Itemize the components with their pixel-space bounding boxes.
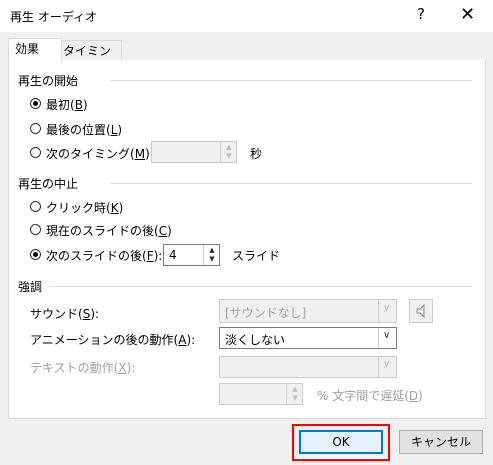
spin-up-icon[interactable]: ▲ bbox=[222, 143, 236, 151]
slides-count-input[interactable]: 4 ▲ ▼ bbox=[163, 244, 220, 266]
radio-suffix: : bbox=[158, 249, 163, 263]
radio-label: 最後の位置 bbox=[46, 123, 107, 137]
dialog-title: 再生 オーディオ bbox=[10, 10, 97, 24]
delay-label: % 文字間で遅延(D) bbox=[317, 389, 423, 403]
accel-key: F bbox=[146, 249, 154, 263]
timing-unit: 秒 bbox=[250, 147, 263, 161]
radio-label: クリック時 bbox=[46, 201, 107, 215]
chevron-down-icon: ∨ bbox=[383, 303, 391, 314]
accel-key: M bbox=[134, 147, 146, 161]
timing-seconds-input[interactable]: ▲ ▼ bbox=[151, 141, 237, 163]
stop-group-divider bbox=[110, 183, 472, 184]
cancel-button[interactable]: キャンセル bbox=[399, 430, 483, 454]
close-button[interactable]: ✕ bbox=[460, 4, 475, 25]
slides-unit: スライド bbox=[232, 249, 281, 263]
help-button[interactable]: ? bbox=[417, 5, 425, 23]
stop-group-title: 再生の中止 bbox=[18, 177, 79, 191]
accel-key: L bbox=[110, 123, 118, 137]
spin-down-icon[interactable]: ▼ bbox=[222, 152, 236, 160]
tab-effects[interactable]: 効果 bbox=[8, 38, 62, 62]
spin-up-icon[interactable]: ▲ bbox=[205, 246, 219, 254]
slides-spinner: ▲ ▼ bbox=[203, 245, 219, 265]
accel-key: C bbox=[158, 224, 168, 238]
chevron-down-icon: ∨ bbox=[383, 359, 391, 370]
speaker-icon bbox=[416, 304, 425, 318]
radio-label: 次のタイミング bbox=[46, 147, 131, 161]
after-animation-label: アニメーションの後の動作(A): bbox=[30, 333, 196, 347]
delay-spinner: ▲ ▼ bbox=[286, 384, 302, 404]
accel-key: B bbox=[74, 98, 83, 112]
after-animation-value: 淡くしない bbox=[225, 333, 286, 347]
radio-circle bbox=[30, 123, 41, 134]
enhance-group-divider bbox=[50, 286, 472, 287]
start-group-divider bbox=[110, 80, 472, 81]
start-group-title: 再生の開始 bbox=[18, 74, 79, 88]
radio-label: 最初 bbox=[46, 98, 71, 112]
radio-circle bbox=[30, 201, 41, 212]
enhance-group-title: 強調 bbox=[18, 280, 43, 294]
slides-value: 4 bbox=[169, 248, 177, 262]
spin-up-icon[interactable]: ▲ bbox=[288, 385, 302, 393]
sound-dropdown[interactable]: [サウンドなし] ∨ bbox=[219, 299, 397, 323]
chevron-down-icon: ∨ bbox=[383, 330, 391, 341]
radio-circle bbox=[30, 98, 41, 109]
delay-input[interactable]: ▲ ▼ bbox=[219, 383, 303, 405]
text-animation-dropdown[interactable]: ∨ bbox=[219, 356, 397, 378]
text-animation-label: テキストの動作(X): bbox=[30, 361, 136, 375]
sound-label: サウンド(S): bbox=[30, 307, 100, 321]
spin-down-icon[interactable]: ▼ bbox=[288, 394, 302, 402]
spin-down-icon[interactable]: ▼ bbox=[205, 255, 219, 263]
radio-circle bbox=[30, 147, 41, 158]
radio-label: 次のスライドの後 bbox=[46, 249, 143, 263]
after-animation-dropdown[interactable]: 淡くしない ∨ bbox=[219, 327, 397, 349]
tab-timing[interactable]: タイミング bbox=[56, 40, 122, 78]
sound-value: [サウンドなし] bbox=[225, 306, 307, 320]
radio-circle bbox=[30, 249, 41, 260]
radio-circle bbox=[30, 224, 41, 235]
timing-spinner: ▲ ▼ bbox=[220, 142, 236, 162]
sound-volume-button[interactable] bbox=[409, 299, 433, 323]
accel-key: K bbox=[110, 201, 119, 215]
ok-button[interactable]: OK bbox=[299, 430, 383, 454]
radio-label: 現在のスライドの後 bbox=[46, 224, 155, 238]
